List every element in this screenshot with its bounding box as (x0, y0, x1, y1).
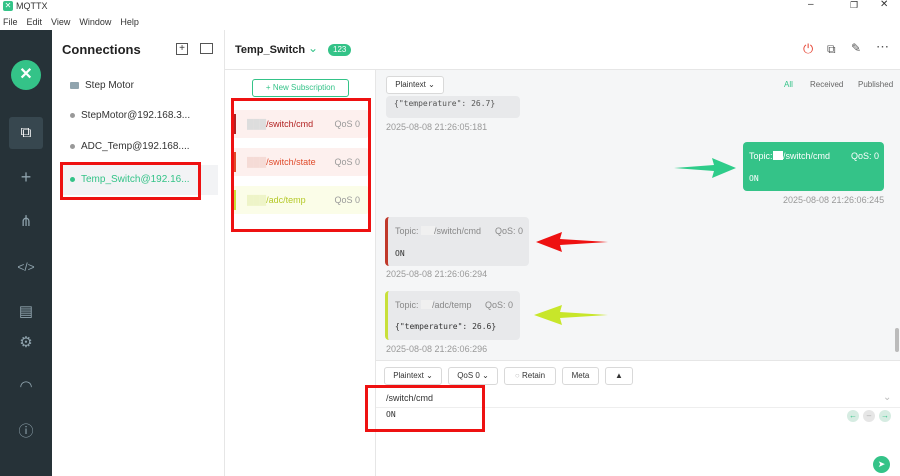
minimize-button[interactable]: – (808, 0, 814, 10)
disconnect-icon[interactable]: ⏻ (803, 41, 813, 57)
message-bubble-incoming: Topic: /adc/temp QoS: 0 {"temperature": … (385, 291, 520, 340)
connection-folder[interactable]: Step Motor (60, 71, 218, 101)
filter-published[interactable]: Published (858, 80, 893, 89)
mqttx-logo-icon: ✕ (11, 60, 41, 90)
connection-header: Temp_Switch ⌄ 123 ⏻ ⧉ ✎ ⋯ (225, 30, 900, 70)
log-icon[interactable]: ▤ (13, 299, 39, 325)
plus-icon: + (265, 83, 273, 92)
topology-icon[interactable]: ⋔ (13, 209, 39, 235)
settings-icon[interactable]: ⚙ (13, 330, 39, 356)
message-list: Plaintext ⌄ All Received Published {"tem… (376, 70, 900, 360)
chevron-down-icon[interactable]: ⌄ (308, 41, 318, 55)
annotation-box (365, 385, 485, 432)
meta-button[interactable]: Meta (562, 367, 599, 385)
message-time: 2025-08-08 21:26:06:296 (386, 344, 488, 354)
annotation-arrow-yellow (534, 305, 608, 325)
payload-format-select[interactable]: Plaintext ⌄ (384, 367, 442, 385)
connections-panel: Connections + Step Motor StepMotor@192.1… (52, 30, 225, 476)
history-reset-icon[interactable]: – (863, 410, 875, 422)
connection-item[interactable]: StepMotor@192.168.3... (60, 101, 218, 131)
filter-all[interactable]: All (784, 80, 793, 89)
connection-item[interactable]: ADC_Temp@192.168.... (60, 132, 218, 162)
new-connection-icon[interactable]: + (13, 164, 39, 190)
message-bubble: {"temperature": 26.7} (386, 96, 520, 118)
maximize-button[interactable]: ❐ (850, 0, 858, 11)
message-bubble-outgoing: Topic: /switch/cmd QoS: 0 ON (743, 142, 884, 191)
edit-icon[interactable]: ✎ (851, 41, 861, 55)
menu-file[interactable]: File (3, 17, 18, 27)
message-time: 2025-08-08 21:26:06:294 (386, 269, 488, 279)
title-bar: ✕ MQTTX – ❐ ✕ (0, 0, 900, 14)
connections-heading: Connections (62, 42, 141, 57)
new-window-icon[interactable]: ⧉ (827, 42, 836, 57)
status-dot (70, 143, 75, 149)
new-folder-icon[interactable]: + (176, 43, 188, 55)
close-window-button[interactable]: ✕ (880, 0, 888, 10)
qos-select[interactable]: QoS 0 ⌄ (448, 367, 498, 385)
message-composer: Plaintext ⌄ QoS 0 ⌄ ○ Retain Meta ▲ /swi… (365, 360, 900, 476)
app-logo-icon: ✕ (3, 1, 13, 11)
connection-title: Temp_Switch (235, 44, 306, 56)
folder-icon (70, 81, 79, 89)
status-dot (70, 112, 75, 118)
new-subscription-button[interactable]: + New Subscription (252, 79, 349, 97)
menu-help[interactable]: Help (120, 17, 139, 27)
format-select[interactable]: Plaintext ⌄ (386, 76, 444, 94)
collapse-panel-icon[interactable] (200, 43, 213, 54)
message-count-badge: 123 (328, 44, 352, 56)
more-icon[interactable]: ⋯ (876, 39, 889, 55)
subscriptions-panel: + New Subscription ███/switch/cmd QoS 0 █… (225, 70, 376, 476)
chevron-down-icon[interactable]: ⌄ (883, 392, 891, 403)
history-back-icon[interactable]: ← (847, 410, 859, 422)
window-title: MQTTX (16, 1, 48, 11)
expand-up-button[interactable]: ▲ (605, 367, 633, 385)
annotation-box (60, 162, 201, 200)
feed-icon[interactable]: ◠ (13, 374, 39, 400)
filter-received[interactable]: Received (810, 80, 843, 89)
scrollbar[interactable] (895, 328, 899, 352)
menu-bar: File Edit View Window Help (0, 14, 900, 30)
retain-toggle[interactable]: ○ Retain (504, 367, 556, 385)
annotation-box (231, 98, 371, 232)
script-icon[interactable]: </> (13, 254, 39, 280)
message-time: 2025-08-08 21:26:05:181 (386, 122, 488, 132)
about-icon[interactable]: ⓘ (13, 419, 39, 445)
menu-edit[interactable]: Edit (27, 17, 43, 27)
send-button[interactable]: ➤ (873, 456, 890, 473)
annotation-arrow-green (674, 158, 736, 178)
annotation-arrow-red (536, 232, 608, 252)
message-bubble-incoming: Topic: /switch/cmd QoS: 0 ON (385, 217, 529, 266)
menu-view[interactable]: View (51, 17, 70, 27)
connections-icon[interactable]: ⧉ (13, 120, 39, 146)
menu-window[interactable]: Window (79, 17, 111, 27)
nav-rail: ✕ ⧉ + ⋔ </> ▤ ⚙ ◠ ⓘ (0, 30, 52, 476)
history-forward-icon[interactable]: → (879, 410, 891, 422)
message-time: 2025-08-08 21:26:06:245 (783, 195, 885, 205)
